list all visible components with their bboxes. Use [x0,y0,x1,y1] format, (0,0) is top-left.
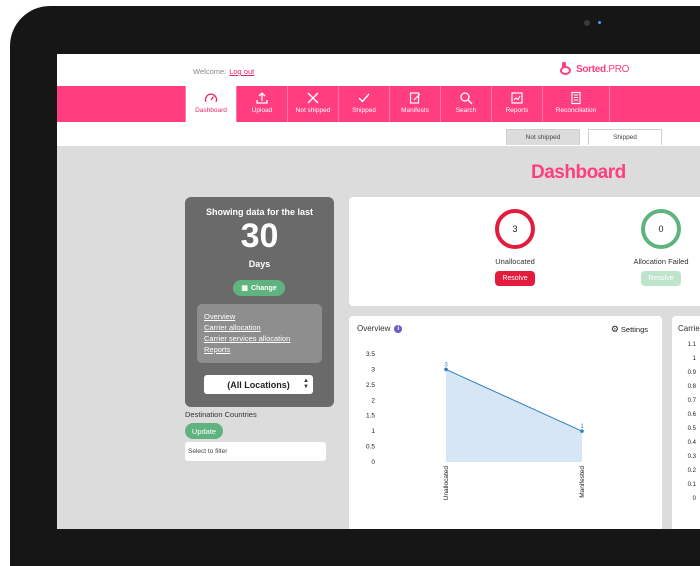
carriers-card: Carrie 1.1 1 0.9 0.8 0.7 0.6 0.5 0.4 0.3 0.2 0.1 0 [672,316,700,529]
nav-item-shipped[interactable]: Shipped [338,86,389,122]
carriers-tick-label: 0.1 [687,482,696,488]
check-icon [356,90,372,105]
link-carrier-services-allocation[interactable]: Carrier services allocation [204,333,322,344]
resolve-allocation-failed-button: Resolve [641,271,681,286]
manifest-icon [407,90,423,105]
reports-icon [509,90,525,105]
unallocated-count: 3 [495,209,535,249]
reconciliation-icon [568,90,584,105]
camera-icon [584,20,590,26]
camera-led-icon [598,21,601,24]
nav-item-manifests[interactable]: Manifests [389,86,440,122]
y-tick-label: 3.5 [366,351,375,358]
main-nav: Dashboard Upload Not shipped Shipped Manifes… [57,86,700,122]
nav-label: Upload [251,107,273,114]
y-tick-label: 1 [371,428,375,435]
date-range-panel: Showing data for the last 30 Days ▦ Chang… [185,197,334,407]
unallocated-label: Unallocated [495,257,535,266]
logo-icon [559,62,573,76]
carriers-title: Carrie [678,324,700,333]
select-arrows-icon: ▲ ▼ [303,378,309,390]
sorted-pro-logo[interactable]: Sorted.PRO [559,62,629,76]
x-category-label: Unallocated [443,466,450,501]
allocation-failed-count: 0 [641,209,681,249]
y-tick-label: 1.5 [366,413,375,420]
change-button[interactable]: ▦ Change [233,280,285,296]
y-tick-label: 0.5 [366,444,375,451]
link-overview[interactable]: Overview [204,311,322,322]
y-tick-label: 2.5 [366,382,375,389]
change-label: Change [250,284,277,292]
location-select-value: (All Locations) [227,379,290,390]
section-links: Overview Carrier allocation Carrier serv… [197,304,322,363]
nav-label: Reconciliation [555,107,597,114]
page-title: Dashboard [531,162,626,183]
nav-item-reconciliation[interactable]: Reconciliation [542,86,610,122]
destination-countries-label: Destination Countries [185,410,257,419]
nav-label: Reports [505,107,529,114]
overview-card: Overview i ⚙ Settings 0 0.5 1 1.5 2 2.5 3 3.5 3 1 U… [349,316,662,529]
nav-label: Dashboard [195,107,227,114]
tab-strip: Not shipped Shipped [57,122,700,146]
nav-item-dashboard[interactable]: Dashboard [185,86,236,122]
nav-item-upload[interactable]: Upload [236,86,287,122]
x-category-label: Manifested [579,466,586,498]
upload-icon [254,90,270,105]
data-label: 3 [444,362,448,368]
nav-label: Not shipped [295,107,331,114]
update-button[interactable]: Update [185,423,223,439]
carriers-tick-label: 0.9 [687,370,696,376]
logo-text: Sorted.PRO [576,63,630,75]
carriers-tick-label: 0 [692,496,696,502]
nav-item-reports[interactable]: Reports [491,86,542,122]
nav-label: Search [455,107,477,114]
carriers-tick-label: 0.3 [687,454,696,460]
resolve-unallocated-button[interactable]: Resolve [495,271,535,286]
welcome-text: Welcome: Log out [193,67,254,76]
link-reports[interactable]: Reports [204,344,322,355]
stat-unallocated: 3 Unallocated Resolve [470,209,560,286]
link-carrier-allocation[interactable]: Carrier allocation [204,322,322,333]
carriers-tick-label: 0.6 [687,412,696,418]
nav-item-search[interactable]: Search [440,86,491,122]
data-label: 1 [580,424,584,430]
carriers-tick-label: 0.8 [687,384,696,390]
top-bar: Welcome: Log out Sorted.PRO [57,54,700,86]
date-range-unit: Days [248,259,271,269]
welcome-label: Welcome: [193,67,227,76]
app-screen: Welcome: Log out Sorted.PRO Dashboard Uplo… [57,54,700,529]
allocation-failed-label: Allocation Failed [633,257,689,266]
speedometer-icon [203,90,219,105]
carriers-tick-label: 0.5 [687,426,696,432]
search-icon [458,90,474,105]
y-tick-label: 3 [371,366,375,373]
calendar-icon: ▦ [241,285,248,292]
nav-label: Shipped [352,107,376,114]
tab-not-shipped[interactable]: Not shipped [506,129,580,145]
overview-chart: 0 0.5 1 1.5 2 2.5 3 3.5 3 1 Unallocated Manifested [366,351,586,501]
date-range-heading: Showing data for the last [205,207,313,217]
area-fill [446,369,582,462]
carriers-tick-label: 0.4 [687,440,696,446]
y-tick-label: 2 [371,397,375,404]
tab-shipped[interactable]: Shipped [588,129,662,145]
logout-link[interactable]: Log out [229,67,254,76]
nav-item-not-shipped[interactable]: Not shipped [287,86,338,122]
allocation-stats-card: 3 Unallocated Resolve 0 Allocation Faile… [349,197,700,306]
carriers-tick-label: 1.1 [687,342,696,348]
nav-label: Manifests [401,107,429,114]
carriers-tick-label: 0.2 [687,468,696,474]
country-filter-input[interactable] [185,442,326,461]
x-icon [305,90,321,105]
stat-allocation-failed: 0 Allocation Failed Resolve [616,209,700,286]
carriers-tick-label: 0.7 [687,398,696,404]
y-tick-label: 0 [371,459,375,466]
date-range-number: 30 [240,217,279,255]
location-select[interactable]: (All Locations) ▲ ▼ [204,375,313,394]
carriers-tick-label: 1 [692,356,696,362]
